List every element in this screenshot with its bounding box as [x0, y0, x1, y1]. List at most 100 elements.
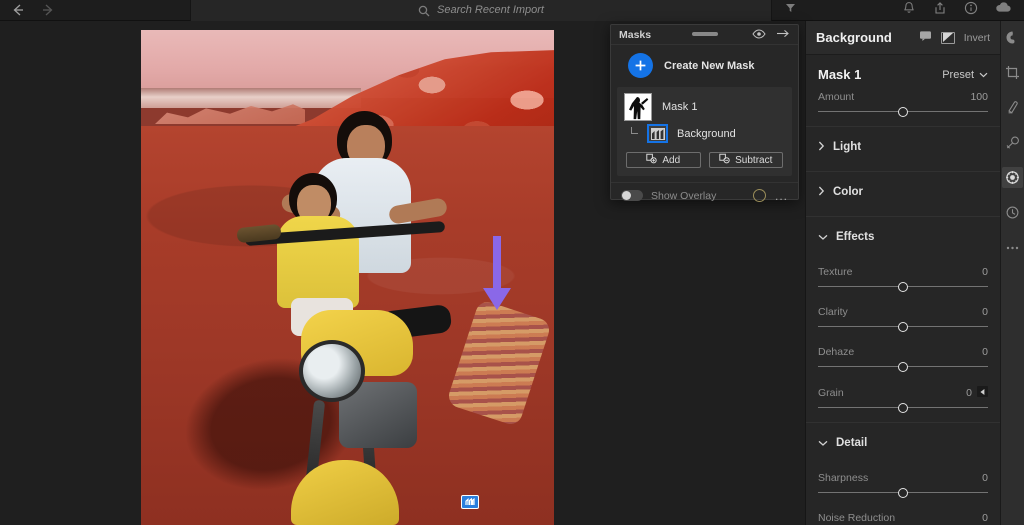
show-overlay-row: Show Overlay ...	[611, 182, 798, 208]
edit-panel-title: Background	[816, 30, 892, 45]
dehaze-slider[interactable]: Dehaze 0	[806, 337, 1000, 377]
cloud-sync-icon[interactable]	[995, 1, 1012, 19]
more-options-icon[interactable]	[1002, 237, 1023, 258]
grain-slider-value: 0	[966, 386, 972, 399]
masks-panel-title: Masks	[619, 28, 652, 41]
amount-slider-label: Amount	[818, 91, 855, 103]
mask-list: Mask 1 Background Add Subtract	[617, 87, 792, 176]
mask-list-item-mask-1[interactable]: Mask 1	[617, 91, 792, 123]
amount-slider[interactable]: Amount 100	[806, 82, 1000, 122]
filter-funnel-icon[interactable]	[784, 1, 797, 19]
notification-bell-icon[interactable]	[902, 1, 916, 20]
mask-list-item-background[interactable]: Background	[617, 123, 792, 145]
amount-slider-track[interactable]	[818, 106, 988, 118]
subtract-mask-icon	[719, 153, 730, 167]
chevron-right-icon	[818, 138, 825, 156]
top-right-icons	[902, 1, 1024, 20]
crop-rotate-icon[interactable]	[1002, 62, 1023, 83]
add-button-label: Add	[662, 154, 681, 166]
grain-slider-track[interactable]	[818, 402, 988, 414]
sharpness-slider[interactable]: Sharpness 0	[806, 463, 1000, 503]
masks-header-icons	[752, 26, 790, 44]
sharpness-slider-value: 0	[982, 471, 988, 484]
add-button[interactable]: Add	[626, 152, 701, 168]
mask-thumbnail[interactable]	[624, 93, 652, 121]
clarity-slider-knob[interactable]	[898, 322, 908, 332]
toggle-knob	[622, 191, 631, 200]
grain-reset-button[interactable]	[977, 386, 988, 397]
tree-branch-connector	[631, 126, 638, 134]
photo-bike-headlight	[299, 340, 365, 402]
versions-icon[interactable]	[1002, 202, 1023, 223]
right-tool-rail	[1000, 21, 1024, 525]
clarity-slider[interactable]: Clarity 0	[806, 297, 1000, 337]
dehaze-slider-labels: Dehaze 0	[818, 346, 988, 358]
preset-label: Preset	[942, 68, 974, 81]
mask-pin-badge[interactable]	[461, 495, 479, 509]
amount-slider-labels: Amount 100	[818, 91, 988, 103]
edit-panel: Background Invert Mask 1 Preset Amount 1…	[805, 21, 1000, 525]
section-effects[interactable]: Effects	[806, 217, 1000, 257]
section-color[interactable]: Color	[806, 172, 1000, 212]
background-mask-thumbnail[interactable]	[647, 124, 668, 143]
clarity-slider-label: Clarity	[818, 306, 848, 318]
grain-slider-knob[interactable]	[898, 402, 908, 413]
amount-slider-knob[interactable]	[898, 107, 908, 117]
plus-icon[interactable]	[628, 53, 653, 78]
texture-slider-value: 0	[982, 266, 988, 278]
arrow-left-icon[interactable]	[10, 2, 26, 18]
clarity-slider-track[interactable]	[818, 321, 988, 333]
photo-sea	[141, 88, 361, 108]
panel-drag-handle[interactable]	[691, 32, 718, 36]
navigation-arrows	[0, 2, 190, 18]
top-bar: Search Recent Import	[0, 0, 1024, 21]
section-light[interactable]: Light	[806, 127, 1000, 167]
search-bar[interactable]: Search Recent Import	[190, 0, 772, 21]
overlay-options: ...	[752, 189, 788, 203]
texture-slider-labels: Texture 0	[818, 266, 988, 278]
more-options-icon[interactable]: ...	[775, 189, 788, 203]
texture-slider-label: Texture	[818, 266, 853, 278]
texture-slider-track[interactable]	[818, 281, 988, 293]
overlay-color-swatch[interactable]	[752, 189, 766, 202]
clarity-slider-value: 0	[982, 306, 988, 318]
texture-slider[interactable]: Texture 0	[806, 257, 1000, 297]
info-circle-icon[interactable]	[964, 1, 978, 20]
mask-list-item-label: Mask 1	[662, 101, 698, 113]
comment-icon[interactable]	[919, 29, 932, 47]
edit-presets-icon[interactable]	[1002, 27, 1023, 48]
mask-name: Mask 1	[818, 67, 862, 82]
invert-checkbox[interactable]	[940, 31, 955, 44]
collapse-arrow-right-icon[interactable]	[776, 26, 790, 44]
add-mask-icon	[646, 153, 658, 167]
brush-icon[interactable]	[1002, 132, 1023, 153]
healing-brush-icon[interactable]	[1002, 97, 1023, 118]
invert-label: Invert	[963, 31, 990, 44]
filter-area	[772, 1, 902, 19]
subtract-button[interactable]: Subtract	[708, 152, 783, 168]
create-new-mask-button[interactable]: Create New Mask	[611, 45, 798, 87]
photo-preview[interactable]	[141, 30, 554, 525]
share-upload-icon[interactable]	[933, 1, 947, 20]
grain-slider[interactable]: Grain 0	[806, 377, 1000, 418]
sharpness-slider-track[interactable]	[818, 487, 988, 499]
noise-reduction-slider[interactable]: Noise Reduction 0	[806, 503, 1000, 525]
chevron-down-icon	[818, 434, 828, 452]
masks-panel[interactable]: Masks Create New Mask Mask 1 Background …	[610, 24, 799, 203]
texture-slider-knob[interactable]	[898, 282, 908, 292]
dehaze-slider-knob[interactable]	[898, 362, 908, 372]
arrow-right-icon[interactable]	[40, 2, 56, 18]
chevron-down-icon	[818, 228, 828, 246]
eye-icon[interactable]	[752, 26, 766, 44]
show-overlay-label: Show Overlay	[651, 189, 717, 202]
section-detail[interactable]: Detail	[806, 423, 1000, 463]
dehaze-slider-track[interactable]	[818, 361, 988, 373]
mask-list-item-label: Background	[677, 127, 736, 140]
sharpness-slider-label: Sharpness	[818, 471, 869, 484]
search-input[interactable]: Search Recent Import	[437, 4, 544, 16]
show-overlay-toggle[interactable]	[621, 190, 643, 201]
masking-icon[interactable]	[1002, 167, 1023, 188]
create-new-mask-label: Create New Mask	[664, 59, 755, 72]
sharpness-slider-knob[interactable]	[898, 487, 908, 498]
preset-dropdown[interactable]: Preset	[942, 69, 988, 81]
